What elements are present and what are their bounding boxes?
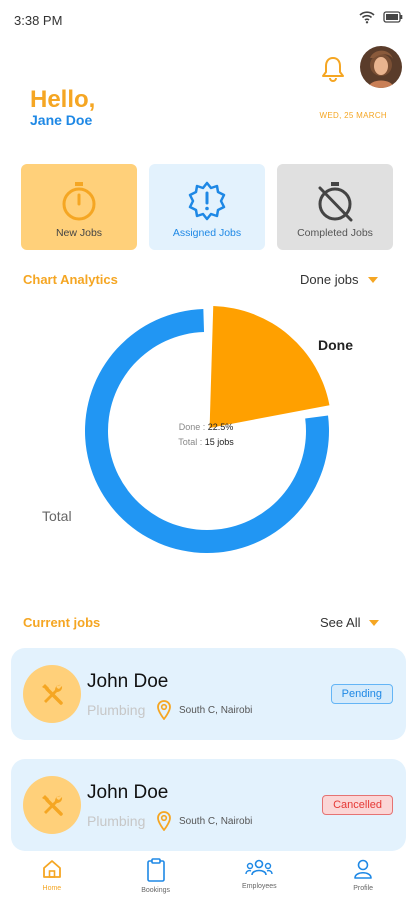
avatar[interactable]: [360, 46, 402, 88]
location-pin-icon: [157, 811, 171, 831]
status-icons: [359, 10, 403, 24]
current-jobs-title: Current jobs: [23, 615, 101, 630]
job-name: John Doe: [87, 782, 169, 803]
card-label: Assigned Jobs: [172, 227, 242, 239]
tools-icon: [42, 795, 63, 816]
status-badge: Pending: [330, 684, 393, 704]
job-avatar: [23, 665, 81, 723]
see-all-button[interactable]: See All: [320, 615, 380, 630]
card-label: New Jobs: [55, 227, 103, 239]
job-location: South C, Nairobi: [179, 705, 253, 716]
location-pin-icon: [157, 700, 171, 720]
chart-center-done: Done : 22.5%: [178, 422, 234, 432]
home-icon: [42, 860, 61, 878]
clipboard-icon: [146, 858, 165, 882]
job-category: Plumbing: [87, 702, 146, 718]
wifi-icon: [359, 11, 375, 24]
nav-label: Bookings: [141, 887, 171, 894]
job-category: Plumbing: [87, 813, 146, 829]
person-icon: [354, 859, 372, 879]
current-date: WED, 25 MARCH: [319, 111, 387, 120]
bell-icon[interactable]: [320, 55, 346, 83]
chart-label-done: Done: [318, 337, 353, 353]
chart-filter-dropdown[interactable]: Done jobs: [300, 272, 378, 287]
nav-label: Home: [42, 885, 62, 892]
chart-filter-label: Done jobs: [300, 272, 359, 287]
job-location: South C, Nairobi: [179, 816, 253, 827]
chevron-down-icon: [369, 619, 380, 626]
completed-jobs-card[interactable]: Completed Jobs: [277, 164, 393, 250]
timer-off-icon: [318, 182, 353, 222]
chevron-down-icon: [367, 276, 378, 283]
chart-label-total: Total: [42, 508, 72, 524]
alert-badge-icon: [188, 181, 226, 221]
nav-item-profile[interactable]: Profile: [311, 852, 415, 900]
stopwatch-icon: [62, 182, 96, 221]
greeting: Hello,: [30, 86, 96, 113]
job-avatar: [23, 776, 81, 834]
chart-analytics-title: Chart Analytics: [23, 272, 118, 287]
assigned-jobs-card[interactable]: Assigned Jobs: [149, 164, 265, 250]
chart-center-summary: Done : 22.5% Total : 15 jobs: [150, 420, 262, 450]
donut-slice-done: [209, 306, 330, 428]
people-icon: [245, 859, 274, 876]
nav-item-home[interactable]: Home: [0, 852, 104, 900]
user-name: Jane Doe: [30, 112, 93, 128]
chart-center-total: Total : 15 jobs: [178, 437, 234, 447]
status-badge: Cancelled: [322, 795, 393, 815]
see-all-label: See All: [320, 615, 361, 630]
status-time: 3:38 PM: [14, 13, 63, 28]
battery-icon: [383, 11, 403, 23]
tools-icon: [42, 684, 63, 705]
nav-item-employees[interactable]: Employees: [208, 852, 312, 900]
bottom-nav: Home Bookings Employees Profile: [0, 852, 415, 900]
nav-item-bookings[interactable]: Bookings: [104, 852, 208, 900]
job-name: John Doe: [87, 671, 169, 692]
status-bar: 3:38 PM: [0, 0, 415, 40]
job-card[interactable]: John Doe Plumbing South C, Nairobi Pendi…: [11, 648, 406, 740]
job-card[interactable]: John Doe Plumbing South C, Nairobi Cance…: [11, 759, 406, 851]
new-jobs-card[interactable]: New Jobs: [21, 164, 137, 250]
nav-label: Employees: [242, 883, 277, 890]
card-label: Completed Jobs: [297, 227, 373, 239]
nav-label: Profile: [353, 885, 374, 892]
